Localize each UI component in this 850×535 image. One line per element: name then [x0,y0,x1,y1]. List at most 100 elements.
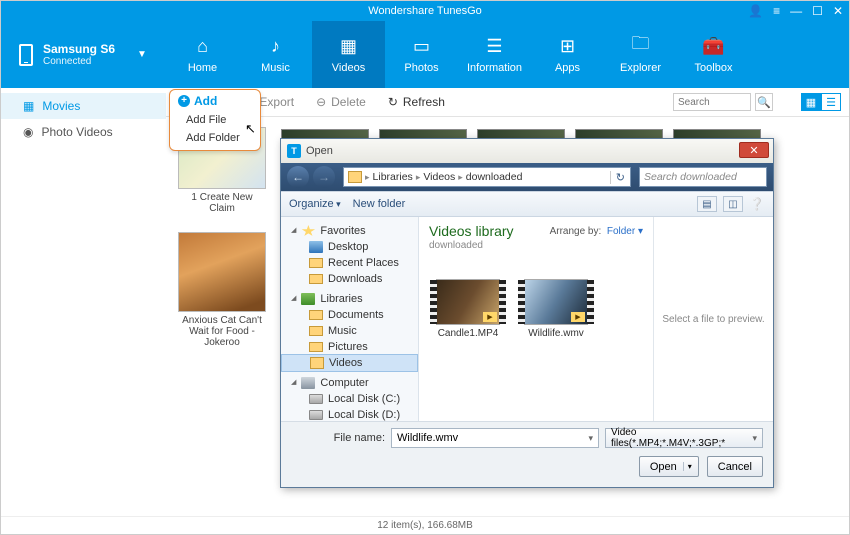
open-button[interactable]: Open▾ [639,456,699,477]
newfolder-button[interactable]: New folder [353,198,406,210]
device-selector[interactable]: Samsung S6 Connected ▼ [1,21,166,88]
delete-button[interactable]: ⊖Delete [316,95,366,109]
file-item[interactable]: ▶ Wildlife.wmv [523,279,589,339]
view-list-button[interactable]: ☰ [821,93,841,111]
menu-icon[interactable]: ≡ [773,4,780,18]
drive-icon [309,410,323,420]
view-grid-button[interactable]: ▦ [801,93,821,111]
dialog-nav: ← → ▸ Libraries▸ Videos▸ downloaded ↻ Se… [281,163,773,191]
file-name: Candle1.MP4 [438,328,499,339]
refresh-button[interactable]: ↻Refresh [388,95,445,109]
phone-icon [19,44,33,66]
chevron-down-icon: ▾ [588,433,593,444]
search-input[interactable] [673,93,751,111]
help-icon[interactable]: ❔ [749,196,765,212]
view-mode-button[interactable]: ▤ [697,196,717,212]
nav-photos[interactable]: ▭Photos [385,21,458,88]
folder-icon [309,274,323,284]
home-icon: ⌂ [192,35,214,57]
folder-icon [309,326,323,336]
movies-icon: ▦ [23,99,34,113]
device-status: Connected [43,56,115,67]
header: Samsung S6 Connected ▼ ⌂Home ♪Music ▦Vid… [1,21,849,88]
search-icon[interactable]: 🔍 [755,93,773,111]
file-name: Wildlife.wmv [528,328,584,339]
computer-icon [301,377,315,389]
cursor-icon: ↖ [245,121,256,137]
chevron-down-icon: ▾ [683,462,696,471]
close-icon[interactable]: ✕ [833,4,843,18]
tree-downloads[interactable]: Downloads [281,271,418,287]
cancel-button[interactable]: Cancel [707,456,763,477]
drive-icon [309,394,323,404]
video-thumb[interactable]: Anxious Cat Can't Wait for Food - Jokero… [178,232,266,348]
photos-icon: ▭ [411,35,433,57]
file-item[interactable]: ▶ Candle1.MP4 [435,279,501,339]
app-icon: T [287,144,301,158]
thumb-caption: Anxious Cat Can't Wait for Food - Jokero… [178,315,266,348]
dialog-close-button[interactable]: ✕ [739,142,769,158]
nav-music[interactable]: ♪Music [239,21,312,88]
filename-input[interactable]: Wildlife.wmv▾ [391,428,599,448]
preview-pane: Select a file to preview. [653,217,773,421]
filetype-select[interactable]: Video files(*.MP4;*.M4V;*.3GP;*▾ [605,428,763,448]
dialog-tree: Favorites Desktop Recent Places Download… [281,217,419,421]
arrange-by[interactable]: Arrange by: Folder ▾ [550,226,643,237]
explorer-icon: 🗀 [630,35,652,57]
user-icon[interactable]: 👤 [748,4,763,18]
sidebar-item-movies[interactable]: ▦ Movies [1,93,166,119]
main-nav: ⌂Home ♪Music ▦Videos ▭Photos ☰Informatio… [166,21,849,88]
videos-icon: ▦ [338,35,360,57]
tree-desktop[interactable]: Desktop [281,239,418,255]
sidebar-item-label: Photo Videos [41,125,112,139]
thumb-caption: 1 Create New Claim [178,192,266,214]
app-window: Wondershare TunesGo 👤 ≡ — ☐ ✕ Samsung S6… [0,0,850,535]
tree-pictures[interactable]: Pictures [281,339,418,355]
maximize-icon[interactable]: ☐ [812,4,823,18]
nav-home[interactable]: ⌂Home [166,21,239,88]
tree-documents[interactable]: Documents [281,307,418,323]
app-title: Wondershare TunesGo [368,5,482,17]
apps-icon: ⊞ [557,35,579,57]
chevron-down-icon: ▾ [752,433,757,444]
back-button[interactable]: ← [287,166,309,188]
tree-drive-c[interactable]: Local Disk (C:) [281,391,418,407]
dialog-search-input[interactable]: Search downloaded [639,167,767,187]
tree-recent[interactable]: Recent Places [281,255,418,271]
sidebar-item-label: Movies [42,99,80,113]
dialog-bottom: File name: Wildlife.wmv▾ Video files(*.M… [281,421,773,487]
thumb-image [178,232,266,312]
tree-music[interactable]: Music [281,323,418,339]
refresh-icon: ↻ [388,95,398,109]
tree-videos[interactable]: Videos [281,354,418,372]
folder-icon [348,171,362,183]
forward-button[interactable]: → [313,166,335,188]
library-subtitle: downloaded [429,240,643,251]
tree-drive-d[interactable]: Local Disk (D:) [281,407,418,421]
nav-apps[interactable]: ⊞Apps [531,21,604,88]
video-file-icon: ▶ [436,279,500,325]
refresh-icon[interactable]: ↻ [610,171,630,184]
plus-icon: + [178,95,190,107]
titlebar: Wondershare TunesGo 👤 ≡ — ☐ ✕ [1,1,849,21]
open-dialog: T Open ✕ ← → ▸ Libraries▸ Videos▸ downlo… [280,138,774,488]
desktop-icon [309,241,323,253]
nav-information[interactable]: ☰Information [458,21,531,88]
nav-videos[interactable]: ▦Videos [312,21,385,88]
nav-explorer[interactable]: 🗀Explorer [604,21,677,88]
breadcrumb[interactable]: ▸ Libraries▸ Videos▸ downloaded ↻ [343,167,631,187]
file-list: Videos library downloaded Arrange by: Fo… [419,217,653,421]
dialog-titlebar: T Open ✕ [281,139,773,163]
nav-toolbox[interactable]: 🧰Toolbox [677,21,750,88]
star-icon [301,225,315,237]
add-dropdown: +Add Add File Add Folder [169,89,261,151]
organize-button[interactable]: Organize [289,198,341,210]
videos-icon [310,357,324,369]
sidebar-item-photovideos[interactable]: ◉ Photo Videos [1,119,166,145]
video-file-icon: ▶ [524,279,588,325]
libraries-icon [301,293,315,305]
folder-icon [309,258,323,268]
chevron-down-icon: ▼ [137,49,147,60]
preview-pane-button[interactable]: ◫ [723,196,743,212]
minimize-icon[interactable]: — [790,4,802,18]
